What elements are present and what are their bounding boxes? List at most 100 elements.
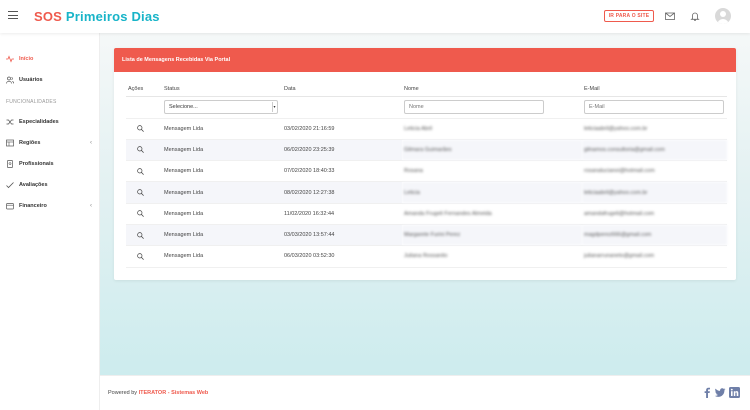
header-data[interactable]: Data: [282, 82, 402, 97]
footer-credit-link[interactable]: ITERATOR - Sistemas Web: [139, 390, 209, 396]
row-date: 06/02/2020 23:25:39: [282, 139, 402, 162]
card-title: Lista de Mensagens Recebidas Via Portal: [114, 48, 736, 72]
wallet-icon: [6, 203, 14, 210]
mail-icon[interactable]: [664, 10, 676, 22]
section-label-funcionalidades: FUNCIONALIDADES: [6, 99, 57, 105]
table-row: Mensagem Lida 03/03/2020 13:57:44 Margaret…: [126, 224, 727, 247]
sidebar-item-label: Avaliações: [19, 182, 48, 188]
row-date: 07/02/2020 18:40:33: [282, 160, 402, 183]
row-email: amandafrugeli@hotmail.com: [582, 203, 727, 225]
status-filter-value: Selecione...: [169, 104, 198, 110]
sidebar-item-label: Financeiro: [19, 203, 47, 209]
row-name: Leticia: [402, 181, 582, 204]
magnifier-icon[interactable]: [137, 210, 144, 218]
row-email: julianarrunaneto@gmail.com: [582, 245, 727, 268]
check-icon: [6, 182, 14, 189]
sidebar-item-financeiro[interactable]: Financeiro ‹: [0, 197, 100, 215]
row-status: Mensagem Lida: [162, 160, 282, 183]
id-badge-icon: [7, 160, 13, 168]
footer-prefix: Powered by: [108, 390, 139, 396]
footer-text: Powered by ITERATOR - Sistemas Web: [108, 390, 208, 396]
top-bar: SOS Primeiros Dias IR PARA O SITE: [0, 0, 750, 33]
messages-table: Ações Status Data Nome E-Mail Selecione.…: [126, 82, 727, 268]
go-to-site-button[interactable]: IR PARA O SITE: [604, 10, 654, 22]
table-row: Mensagem Lida 08/02/2020 12:27:38 Leticia l…: [126, 181, 727, 204]
messages-card: Lista de Mensagens Recebidas Via Portal …: [114, 48, 736, 280]
sidebar-item-especialidades[interactable]: Especialidades: [0, 113, 100, 131]
table-row: Mensagem Lida 06/02/2020 23:25:39 Gilmara …: [126, 139, 727, 162]
row-name: Amanda Frugeli Fernandes Almeida: [402, 203, 582, 225]
linkedin-icon[interactable]: [729, 387, 740, 398]
brand-logo[interactable]: SOS Primeiros Dias: [34, 9, 160, 24]
row-date: 11/02/2020 16:32:44: [282, 203, 402, 225]
table-row: Mensagem Lida 07/02/2020 18:40:33 Rosana ro…: [126, 160, 727, 183]
map-icon: [6, 139, 14, 147]
sidebar-item-profissionais[interactable]: Profissionais: [0, 155, 100, 173]
sidebar-item-avaliacoes[interactable]: Avaliações: [0, 176, 100, 194]
row-status: Mensagem Lida: [162, 118, 282, 140]
header-acoes: Ações: [126, 82, 162, 97]
row-name: Gilmara Guimarães: [402, 139, 582, 162]
twitter-icon[interactable]: [714, 387, 726, 398]
email-filter-input[interactable]: [584, 100, 724, 114]
chevron-left-icon: ‹: [90, 140, 92, 146]
sidebar-item-label: Usuários: [19, 77, 43, 83]
header-nome[interactable]: Nome: [402, 82, 582, 97]
filter-row: Selecione... ▾: [126, 96, 727, 119]
table-body: Mensagem Lida 03/02/2020 21:16:59 Leticia …: [126, 118, 727, 268]
sidebar-item-inicio[interactable]: Início: [0, 50, 100, 68]
row-status: Mensagem Lida: [162, 224, 282, 247]
row-name: Margarete Furini Perez: [402, 224, 582, 247]
row-date: 08/02/2020 12:27:38: [282, 181, 402, 204]
sidebar-item-label: Início: [19, 56, 34, 62]
row-status: Mensagem Lida: [162, 245, 282, 268]
magnifier-icon[interactable]: [137, 231, 144, 239]
sidebar: Início Usuários FUNCIONALIDADES Especial…: [0, 33, 100, 410]
main-content: Lista de Mensagens Recebidas Via Portal …: [100, 33, 750, 375]
row-email: gilnamos.consultoria@gmail.com: [582, 139, 727, 162]
magnifier-icon[interactable]: [137, 253, 144, 260]
brand-sos: SOS: [34, 9, 63, 24]
row-name: Leticia Abril: [402, 118, 582, 140]
sidebar-item-regioes[interactable]: Regiões ‹: [0, 134, 100, 152]
bell-icon[interactable]: [689, 10, 701, 22]
row-email: leticiaabril@yahoo.com.br: [582, 118, 727, 140]
magnifier-icon[interactable]: [137, 125, 144, 133]
row-email: rosanalucianoi@hotmail.com: [582, 160, 727, 183]
users-icon: [6, 76, 14, 84]
brand-name: Primeiros Dias: [65, 9, 160, 24]
row-status: Mensagem Lida: [162, 181, 282, 204]
row-date: 03/03/2020 13:57:44: [282, 224, 402, 247]
chevron-left-icon: ‹: [90, 203, 92, 209]
row-name: Rosana: [402, 160, 582, 183]
table-row: Mensagem Lida 03/02/2020 21:16:59 Leticia …: [126, 118, 727, 140]
row-email: leticiaabril@yahoo.com.br: [582, 181, 727, 204]
facebook-icon[interactable]: [702, 387, 712, 398]
header-status[interactable]: Status: [162, 82, 282, 97]
row-email: magdperez666@gmail.com: [582, 224, 727, 247]
pulse-icon: [6, 55, 14, 63]
hamburger-menu-icon[interactable]: [8, 11, 18, 19]
table-row: Mensagem Lida 11/02/2020 16:32:44 Amanda F…: [126, 203, 727, 225]
row-name: Juliana Rossanito: [402, 245, 582, 268]
row-date: 06/03/2020 03:52:30: [282, 245, 402, 268]
table-row: Mensagem Lida 06/03/2020 03:52:30 Juliana …: [126, 245, 727, 268]
select-arrow-icon: ▾: [272, 102, 276, 112]
shuffle-icon: [6, 119, 14, 125]
sidebar-item-label: Regiões: [19, 140, 41, 146]
footer: Powered by ITERATOR - Sistemas Web: [100, 375, 750, 410]
header-email[interactable]: E-Mail: [582, 82, 727, 97]
magnifier-icon[interactable]: [137, 167, 144, 175]
sidebar-item-label: Profissionais: [19, 161, 54, 167]
sidebar-item-label: Especialidades: [19, 119, 59, 125]
row-status: Mensagem Lida: [162, 203, 282, 225]
row-status: Mensagem Lida: [162, 139, 282, 162]
magnifier-icon[interactable]: [137, 146, 144, 154]
user-avatar[interactable]: [715, 8, 731, 24]
status-filter-select[interactable]: Selecione... ▾: [164, 100, 278, 114]
sidebar-item-usuarios[interactable]: Usuários: [0, 71, 100, 89]
magnifier-icon[interactable]: [137, 189, 144, 196]
row-date: 03/02/2020 21:16:59: [282, 118, 402, 140]
user-silhouette-icon: [717, 11, 729, 24]
name-filter-input[interactable]: [404, 100, 544, 114]
